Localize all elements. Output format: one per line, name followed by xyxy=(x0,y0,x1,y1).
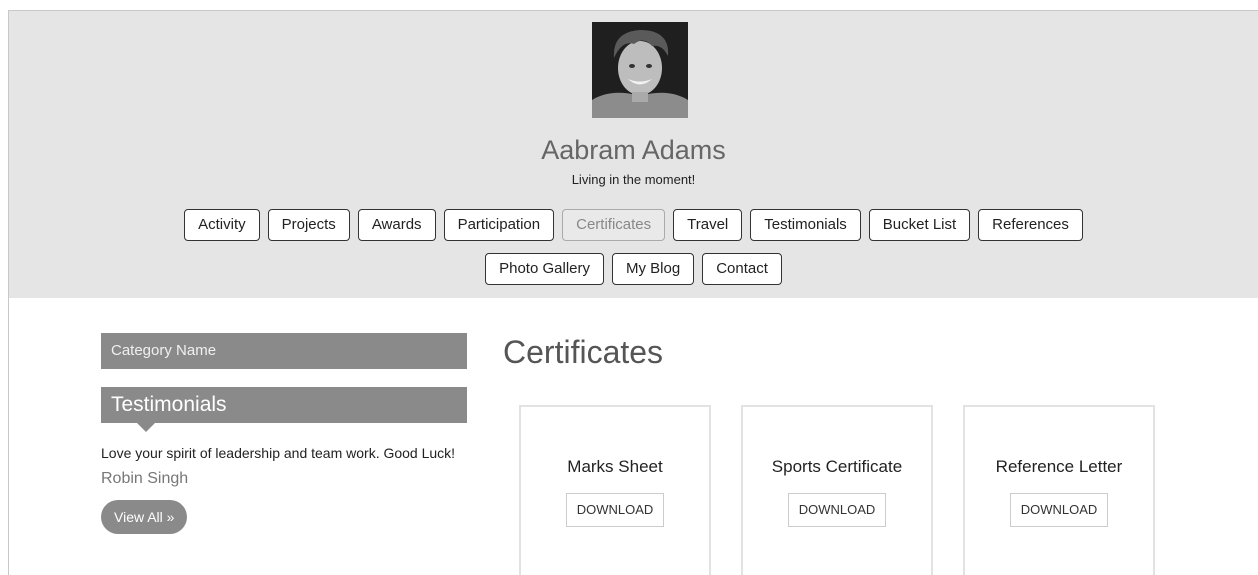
nav-my-blog[interactable]: My Blog xyxy=(612,253,695,285)
nav-certificates[interactable]: Certificates xyxy=(562,209,666,241)
certificate-title: Reference Letter xyxy=(995,457,1123,476)
nav-photo-gallery[interactable]: Photo Gallery xyxy=(485,253,604,285)
nav-awards[interactable]: Awards xyxy=(357,209,436,241)
certificate-cards: Marks Sheet DOWNLOAD Sports Certificate … xyxy=(519,405,1155,575)
download-button[interactable]: DOWNLOAD xyxy=(565,493,665,527)
page-frame: Aabram Adams Living in the moment! Activ… xyxy=(8,10,1258,575)
nav-bucket-list[interactable]: Bucket List xyxy=(868,209,971,241)
nav-testimonials[interactable]: Testimonials xyxy=(750,209,861,241)
download-button[interactable]: DOWNLOAD xyxy=(787,493,887,527)
sidebar: Category Name Testimonials Love your spi… xyxy=(101,333,467,534)
nav-row-secondary: Photo Gallery My Blog Contact xyxy=(9,253,1258,285)
certificate-card-marks-sheet: Marks Sheet DOWNLOAD xyxy=(519,405,711,575)
certificate-title: Sports Certificate xyxy=(771,457,903,476)
nav-references[interactable]: References xyxy=(978,209,1083,241)
profile-name: Aabram Adams xyxy=(541,135,726,165)
page-title: Certificates xyxy=(503,334,664,370)
testimonials-heading: Testimonials xyxy=(101,387,467,432)
view-all-button[interactable]: View All » xyxy=(101,500,188,534)
category-name-bar[interactable]: Category Name xyxy=(101,333,467,369)
nav-contact[interactable]: Contact xyxy=(702,253,782,285)
certificate-title: Marks Sheet xyxy=(567,457,663,476)
avatar xyxy=(592,22,688,118)
profile-tagline: Living in the moment! xyxy=(571,172,696,187)
profile-header: Aabram Adams Living in the moment! Activ… xyxy=(9,11,1258,298)
certificate-card-reference-letter: Reference Letter DOWNLOAD xyxy=(963,405,1155,575)
certificate-card-sports: Sports Certificate DOWNLOAD xyxy=(741,405,933,575)
nav-activity[interactable]: Activity xyxy=(184,209,260,241)
nav-participation[interactable]: Participation xyxy=(443,209,555,241)
testimonial-quote: Love your spirit of leadership and team … xyxy=(101,445,456,461)
nav-projects[interactable]: Projects xyxy=(267,209,350,241)
nav-travel[interactable]: Travel xyxy=(673,209,743,241)
top-cropped-banner xyxy=(0,0,1258,10)
nav-row-primary: Activity Projects Awards Participation C… xyxy=(9,209,1258,241)
testimonial-author: Robin Singh xyxy=(101,470,189,487)
download-button[interactable]: DOWNLOAD xyxy=(1009,493,1109,527)
avatar-photo-icon xyxy=(592,22,688,118)
